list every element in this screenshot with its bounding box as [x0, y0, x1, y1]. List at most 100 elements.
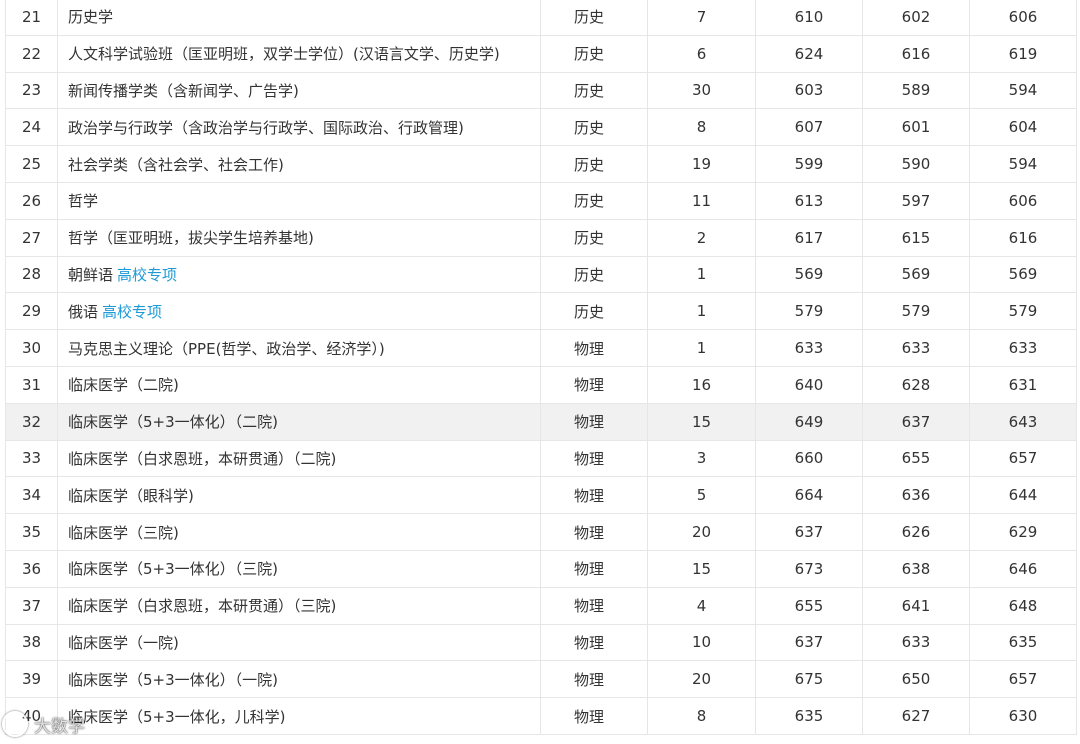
avg-score-cell: 646	[969, 549, 1077, 588]
max-score-cell: 664	[755, 476, 863, 515]
special-program-link[interactable]: 高校专项	[102, 303, 162, 321]
major-name-text: 临床医学（三院)	[68, 523, 179, 542]
row-number-cell: 33	[5, 439, 58, 478]
major-name-cell: 马克思主义理论（PPE(哲学、政治学、经济学）)	[57, 329, 541, 367]
table-row: 25 社会学类（含社会学、社会工作) 历史 19 599 590 594	[5, 145, 1077, 183]
avg-score-cell: 579	[969, 292, 1077, 331]
major-name-text: 俄语	[68, 302, 99, 321]
plan-count-cell: 4	[647, 586, 756, 625]
major-name-cell: 临床医学（眼科学)	[57, 476, 541, 515]
row-number-cell: 29	[5, 292, 58, 331]
row-number-cell: 32	[5, 402, 58, 441]
major-name-text: 临床医学（眼科学)	[68, 486, 194, 505]
major-name-text: 临床医学（5+3一体化）（一院)	[68, 670, 279, 689]
major-name-cell: 俄语 高校专项	[57, 292, 541, 331]
plan-count-cell: 20	[647, 513, 756, 551]
major-name-text: 临床医学（一院)	[68, 633, 179, 652]
scores-table-wrapper: 21 历史学 历史 7 610 602 606 22 人文科学试验班（匡亚明班，双学士学位）(汉…	[5, 0, 1077, 735]
subject-cell: 物理	[540, 513, 648, 551]
weibo-logo-icon	[2, 711, 28, 737]
table-row: 33 临床医学（白求恩班，本研贯通）（二院) 物理 3 660 655 657	[5, 439, 1077, 478]
row-number-cell: 38	[5, 623, 58, 662]
subject-cell: 历史	[540, 108, 648, 147]
watermark: 大数学	[2, 709, 152, 739]
major-name-cell: 历史学	[57, 0, 541, 36]
max-score-cell: 569	[755, 255, 863, 294]
subject-cell: 历史	[540, 34, 648, 73]
subject-cell: 物理	[540, 623, 648, 662]
table-row: 29 俄语 高校专项 历史 1 579 579 579	[5, 292, 1077, 331]
table-row: 31 临床医学（二院) 物理 16 640 628 631	[5, 365, 1077, 404]
plan-count-cell: 7	[647, 0, 756, 36]
max-score-cell: 635	[755, 697, 863, 735]
plan-count-cell: 2	[647, 218, 756, 257]
major-name-text: 临床医学（5+3一体化）（二院)	[68, 413, 279, 432]
table-row: 39 临床医学（5+3一体化）（一院) 物理 20 675 650 657	[5, 660, 1077, 699]
avg-score-cell: 606	[969, 0, 1077, 36]
row-number-cell: 24	[5, 108, 58, 147]
table-row: 26 哲学 历史 11 613 597 606	[5, 181, 1077, 220]
min-score-cell: 626	[862, 513, 970, 551]
row-number-cell: 23	[5, 71, 58, 110]
max-score-cell: 640	[755, 365, 863, 404]
max-score-cell: 633	[755, 329, 863, 367]
major-name-text: 朝鲜语	[68, 265, 114, 284]
plan-count-cell: 16	[647, 365, 756, 404]
min-score-cell: 641	[862, 586, 970, 625]
max-score-cell: 637	[755, 623, 863, 662]
avg-score-cell: 619	[969, 34, 1077, 73]
major-name-text: 哲学（匡亚明班，拔尖学生培养基地)	[68, 229, 314, 248]
major-name-cell: 临床医学（一院)	[57, 623, 541, 662]
major-name-text: 临床医学（5+3一体化）（三院)	[68, 560, 279, 579]
plan-count-cell: 19	[647, 145, 756, 183]
min-score-cell: 589	[862, 71, 970, 110]
subject-cell: 历史	[540, 218, 648, 257]
min-score-cell: 638	[862, 549, 970, 588]
max-score-cell: 660	[755, 439, 863, 478]
max-score-cell: 579	[755, 292, 863, 331]
avg-score-cell: 604	[969, 108, 1077, 147]
subject-cell: 物理	[540, 402, 648, 441]
max-score-cell: 624	[755, 34, 863, 73]
row-number-cell: 21	[5, 0, 58, 36]
min-score-cell: 627	[862, 697, 970, 735]
row-number-cell: 39	[5, 660, 58, 699]
plan-count-cell: 10	[647, 623, 756, 662]
major-name-text: 临床医学（白求恩班，本研贯通）（二院)	[68, 449, 337, 468]
table-row: 40 临床医学（5+3一体化，儿科学) 物理 8 635 627 630	[5, 697, 1077, 735]
plan-count-cell: 1	[647, 255, 756, 294]
row-number-cell: 34	[5, 476, 58, 515]
avg-score-cell: 569	[969, 255, 1077, 294]
min-score-cell: 601	[862, 108, 970, 147]
table-row: 27 哲学（匡亚明班，拔尖学生培养基地) 历史 2 617 615 616	[5, 218, 1077, 257]
avg-score-cell: 643	[969, 402, 1077, 441]
subject-cell: 物理	[540, 365, 648, 404]
watermark-text: 大数学	[34, 716, 85, 737]
row-number-cell: 30	[5, 329, 58, 367]
max-score-cell: 675	[755, 660, 863, 699]
subject-cell: 历史	[540, 145, 648, 183]
major-name-cell: 临床医学（白求恩班，本研贯通）（三院)	[57, 586, 541, 625]
subject-cell: 历史	[540, 71, 648, 110]
max-score-cell: 607	[755, 108, 863, 147]
avg-score-cell: 594	[969, 71, 1077, 110]
major-name-text: 社会学类（含社会学、社会工作)	[68, 155, 284, 174]
plan-count-cell: 6	[647, 34, 756, 73]
max-score-cell: 599	[755, 145, 863, 183]
max-score-cell: 610	[755, 0, 863, 36]
major-name-text: 新闻传播学类（含新闻学、广告学)	[68, 81, 299, 100]
max-score-cell: 649	[755, 402, 863, 441]
subject-cell: 历史	[540, 0, 648, 36]
major-name-cell: 社会学类（含社会学、社会工作)	[57, 145, 541, 183]
row-number-cell: 31	[5, 365, 58, 404]
major-name-cell: 临床医学（5+3一体化）（三院)	[57, 549, 541, 588]
major-name-cell: 哲学	[57, 181, 541, 220]
min-score-cell: 636	[862, 476, 970, 515]
subject-cell: 物理	[540, 660, 648, 699]
min-score-cell: 616	[862, 34, 970, 73]
special-program-link[interactable]: 高校专项	[117, 266, 177, 284]
plan-count-cell: 3	[647, 439, 756, 478]
table-row: 24 政治学与行政学（含政治学与行政学、国际政治、行政管理) 历史 8 607 601 60…	[5, 108, 1077, 147]
avg-score-cell: 657	[969, 439, 1077, 478]
subject-cell: 物理	[540, 697, 648, 735]
